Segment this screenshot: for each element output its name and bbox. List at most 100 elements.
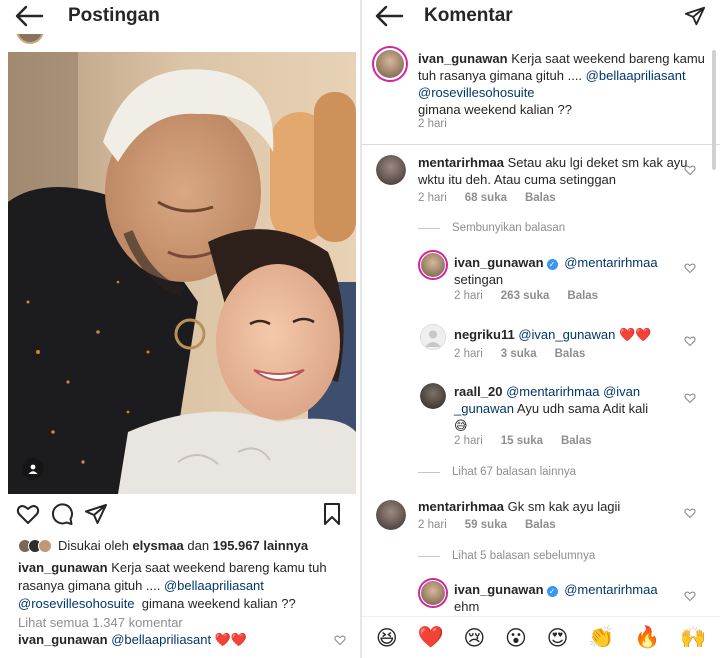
comment-username[interactable]: ivan_gunawan <box>454 582 544 597</box>
like-count[interactable]: 3 suka <box>501 348 537 360</box>
emoji-button[interactable]: 😢 <box>463 626 485 650</box>
comment-meta: 2 hari 15 suka Balas <box>454 435 610 447</box>
commenter-avatar[interactable] <box>418 578 448 608</box>
emoji-button[interactable]: 🔥 <box>634 625 660 650</box>
comment: mentarirhmaa Gk sm kak ayu lagii <box>418 498 688 515</box>
like-count[interactable]: 15 suka <box>501 435 543 447</box>
like-heart-icon[interactable] <box>16 502 40 526</box>
comments-topbar: Komentar <box>362 0 720 32</box>
comment-like-heart-icon[interactable] <box>334 634 346 646</box>
commenter-avatar[interactable] <box>376 500 406 530</box>
emoji-quick-bar: 😆 ❤️ 😢 😮 😍 👏 🔥 🙌 <box>362 616 720 658</box>
back-arrow-icon[interactable] <box>374 5 404 27</box>
view-previous-replies-link[interactable]: Lihat 5 balasan sebelumnya <box>418 550 595 562</box>
timestamp: 2 hari <box>454 290 483 302</box>
likes-connector: dan <box>187 538 210 553</box>
like-count[interactable]: 68 suka <box>465 192 507 204</box>
emoji-button[interactable]: 😍 <box>547 626 569 650</box>
caption-mention[interactable]: @bellaapriliasant <box>586 68 686 83</box>
bookmark-icon[interactable] <box>320 502 344 526</box>
reply-button[interactable]: Balas <box>525 192 556 204</box>
comment-text: Ayu udh sama Adit kali <box>516 401 649 416</box>
post-photo[interactable] <box>8 52 356 494</box>
scrollbar[interactable] <box>712 50 716 170</box>
comment-emoji: ❤️❤️ <box>619 327 652 342</box>
comment-mention[interactable]: @bellaapriliasant <box>111 632 211 647</box>
emoji-button[interactable]: 🙌 <box>680 625 706 650</box>
reply-button[interactable]: Balas <box>555 348 586 360</box>
commenter-avatar[interactable] <box>420 383 446 409</box>
emoji-button[interactable]: 😆 <box>376 626 398 650</box>
comment-mention[interactable]: @mentarirhmaa <box>564 582 657 597</box>
emoji-button[interactable]: 😮 <box>505 626 527 650</box>
caption-meta: 2 hari <box>418 118 465 130</box>
comment-mention[interactable]: @mentarirhmaa <box>564 255 657 270</box>
timestamp: 2 hari <box>454 348 483 360</box>
caption-tail: gimana weekend kalian ?? <box>418 102 572 117</box>
view-all-comments-link[interactable]: Lihat semua 1.347 komentar <box>18 615 183 630</box>
caption-username[interactable]: ivan_gunawan <box>18 560 108 575</box>
comment-mention[interactable]: @ivan <box>603 384 640 399</box>
reply-button[interactable]: Balas <box>567 290 598 302</box>
liker-avatars <box>18 538 52 553</box>
reply-button[interactable]: Balas <box>561 435 592 447</box>
comment-username[interactable]: ivan_gunawan <box>454 255 544 270</box>
commenter-avatar[interactable] <box>418 250 448 280</box>
comment-mention[interactable]: _gunawan <box>454 401 514 416</box>
share-paper-plane-icon[interactable] <box>684 5 706 27</box>
comment-like-heart-icon[interactable] <box>684 507 696 519</box>
user-tag-button[interactable] <box>22 458 44 480</box>
timestamp: 2 hari <box>418 192 447 204</box>
comment-mention[interactable]: @mentarirhmaa <box>506 384 599 399</box>
caption-mention[interactable]: @rosevillesohosuite <box>18 596 135 611</box>
comment-username[interactable]: ivan_gunawan <box>18 632 108 647</box>
likes-prefix: Disukai oleh <box>58 538 129 553</box>
post-actions <box>16 502 350 528</box>
comment-username[interactable]: raall_20 <box>454 384 502 399</box>
comment-like-heart-icon[interactable] <box>684 392 696 404</box>
emoji-button[interactable]: 👏 <box>588 625 614 650</box>
comment-emoji: 😅 <box>454 418 468 433</box>
caption-divider <box>362 144 720 145</box>
timestamp: 2 hari <box>418 519 447 531</box>
emoji-button[interactable]: ❤️ <box>417 625 443 650</box>
author-avatar[interactable] <box>16 34 44 44</box>
likes-user[interactable]: elysmaa <box>132 538 183 553</box>
like-count[interactable]: 59 suka <box>465 519 507 531</box>
default-avatar-icon <box>421 325 445 349</box>
caption-comment: ivan_gunawan Kerja saat weekend bareng k… <box>418 50 708 118</box>
comment-meta: 2 hari 68 suka Balas <box>418 192 574 204</box>
reply-button[interactable]: Balas <box>525 519 556 531</box>
verified-badge-icon: ✓ <box>546 586 558 597</box>
comment: mentarirhmaa Setau aku lgi deket sm kak … <box>418 154 688 188</box>
comment-text: ehm <box>454 599 480 614</box>
commenter-avatar[interactable] <box>420 324 446 350</box>
back-arrow-icon[interactable] <box>14 5 44 27</box>
like-count[interactable]: 263 suka <box>501 290 550 302</box>
comment-username[interactable]: mentarirhmaa <box>418 155 504 170</box>
comment-like-heart-icon[interactable] <box>684 590 696 602</box>
person-icon <box>28 464 38 474</box>
author-avatar[interactable] <box>372 46 408 82</box>
likes-count[interactable]: 195.967 lainnya <box>213 538 308 553</box>
reply-comment: ivan_gunawan ✓ @mentarirhmaa setingan <box>454 254 684 288</box>
comment-username[interactable]: mentarirhmaa <box>418 499 504 514</box>
hide-replies-link[interactable]: Sembunyikan balasan <box>418 222 565 234</box>
comment-like-heart-icon[interactable] <box>684 335 696 347</box>
comment-icon[interactable] <box>50 502 74 526</box>
comment-like-heart-icon[interactable] <box>684 164 696 176</box>
comment-text: setingan <box>454 272 504 287</box>
view-more-replies-link[interactable]: Lihat 67 balasan lainnya <box>418 466 576 478</box>
likes-summary[interactable]: Disukai oleh elysmaa dan 195.967 lainnya <box>18 538 308 553</box>
caption-mention[interactable]: @rosevillesohosuite <box>418 85 535 100</box>
caption-mention[interactable]: @bellaapriliasant <box>164 578 264 593</box>
comment-mention[interactable]: @ivan_gunawan <box>518 327 615 342</box>
comment-emoji: ❤️❤️ <box>214 632 248 647</box>
caption-username[interactable]: ivan_gunawan <box>418 51 508 66</box>
commenter-avatar[interactable] <box>376 155 406 185</box>
comments-panel: Komentar ivan_gunawan Kerja saat weekend… <box>362 0 720 658</box>
share-paper-plane-icon[interactable] <box>84 502 108 526</box>
reply-comment: raall_20 @mentarirhmaa @ivan _gunawan Ay… <box>454 383 654 434</box>
comment-username[interactable]: negriku11 <box>454 327 515 342</box>
comment-like-heart-icon[interactable] <box>684 262 696 274</box>
